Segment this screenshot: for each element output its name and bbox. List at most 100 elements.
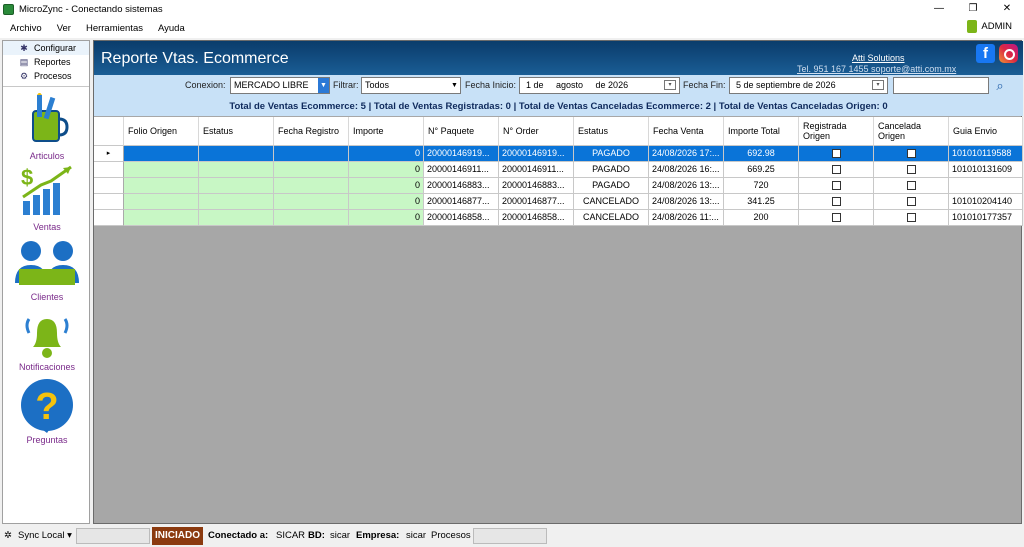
fecha-venta-cell[interactable]: 24/08/2026 16:... <box>649 162 724 178</box>
table-row[interactable]: ▸ 0 20000146919... 20000146919... PAGADO 24/0… <box>94 146 1023 162</box>
search-input[interactable] <box>893 77 989 94</box>
user-indicator[interactable]: ADMIN <box>967 20 1012 33</box>
nav-preguntas[interactable]: ? Preguntas <box>3 377 91 451</box>
order-cell[interactable]: 20000146911... <box>499 162 574 178</box>
instagram-icon[interactable] <box>999 44 1018 63</box>
importe-cell[interactable]: 0 <box>349 162 424 178</box>
column-header[interactable]: Fecha Registro <box>274 117 349 146</box>
checkbox[interactable] <box>831 181 841 190</box>
row-selector[interactable]: ▸ <box>94 146 124 162</box>
paquete-cell[interactable]: 20000146883... <box>424 178 499 194</box>
sidebar-item-procesos[interactable]: ⚙ Procesos <box>3 69 89 83</box>
checkbox[interactable] <box>831 165 841 174</box>
menu-archivo[interactable]: Archivo <box>10 23 42 34</box>
row-selector[interactable] <box>94 194 124 210</box>
sidebar-item-reportes[interactable]: ▤ Reportes <box>3 55 89 69</box>
guia-cell[interactable]: 101010131609 <box>949 162 1023 178</box>
order-cell[interactable]: 20000146883... <box>499 178 574 194</box>
column-header[interactable]: N° Paquete <box>424 117 499 146</box>
checkbox[interactable] <box>906 181 916 190</box>
checkbox[interactable] <box>906 213 916 222</box>
importe-cell[interactable]: 0 <box>349 210 424 226</box>
guia-cell[interactable] <box>949 178 1023 194</box>
order-cell[interactable]: 20000146858... <box>499 210 574 226</box>
table-row[interactable]: 0 20000146858... 20000146858... CANCELADO 24… <box>94 210 1023 226</box>
row-selector[interactable] <box>94 162 124 178</box>
menu-herramientas[interactable]: Herramientas <box>86 23 143 34</box>
close-button[interactable]: ✕ <box>990 0 1024 18</box>
filtrar-select[interactable]: Todos ▼ <box>361 77 461 94</box>
sidebar-item-configurar[interactable]: ✱ Configurar <box>3 41 89 55</box>
guia-cell[interactable]: 101010204140 <box>949 194 1023 210</box>
column-header[interactable]: Guia Envio <box>949 117 1023 146</box>
column-header[interactable]: Fecha Venta <box>649 117 724 146</box>
checkbox[interactable] <box>831 197 841 206</box>
fecha-registro-cell[interactable] <box>274 162 349 178</box>
folio-cell[interactable] <box>124 194 199 210</box>
column-header[interactable]: Cancelada Origen <box>874 117 949 146</box>
menu-ver[interactable]: Ver <box>57 23 71 34</box>
nav-ventas[interactable]: $ Ventas <box>3 163 91 233</box>
fecha-registro-cell[interactable] <box>274 146 349 162</box>
guia-cell[interactable]: 101010177357 <box>949 210 1023 226</box>
importe-total-cell[interactable]: 200 <box>724 210 799 226</box>
contact-link[interactable]: Tel. 951 167 1455 soporte@atti.com.mx <box>797 64 956 74</box>
fecha-venta-cell[interactable]: 24/08/2026 13:... <box>649 178 724 194</box>
estatus-cell[interactable] <box>199 146 274 162</box>
importe-total-cell[interactable]: 669.25 <box>724 162 799 178</box>
estatus-venta-cell[interactable]: PAGADO <box>574 178 649 194</box>
paquete-cell[interactable]: 20000146919... <box>424 146 499 162</box>
minimize-button[interactable]: — <box>922 0 956 18</box>
nav-articulos[interactable]: Articulos <box>3 93 91 163</box>
order-cell[interactable]: 20000146877... <box>499 194 574 210</box>
fecha-venta-cell[interactable]: 24/08/2026 17:... <box>649 146 724 162</box>
fecha-venta-cell[interactable]: 24/08/2026 13:... <box>649 194 724 210</box>
folio-cell[interactable] <box>124 146 199 162</box>
registrada-cell[interactable] <box>799 162 874 178</box>
importe-cell[interactable]: 0 <box>349 146 424 162</box>
checkbox[interactable] <box>831 149 841 158</box>
fecha-fin-picker[interactable]: 5 de septiembre de 2026 ▾ <box>729 77 888 94</box>
checkbox[interactable] <box>906 165 916 174</box>
checkbox[interactable] <box>906 197 916 206</box>
menu-ayuda[interactable]: Ayuda <box>158 23 185 34</box>
importe-cell[interactable]: 0 <box>349 194 424 210</box>
column-header[interactable]: Estatus <box>574 117 649 146</box>
column-header[interactable]: Registrada Origen <box>799 117 874 146</box>
cancelada-cell[interactable] <box>874 146 949 162</box>
order-cell[interactable]: 20000146919... <box>499 146 574 162</box>
estatus-venta-cell[interactable]: CANCELADO <box>574 210 649 226</box>
row-selector[interactable] <box>94 210 124 226</box>
column-header[interactable]: N° Order <box>499 117 574 146</box>
table-row[interactable]: 0 20000146911... 20000146911... PAGADO 24/08… <box>94 162 1023 178</box>
estatus-cell[interactable] <box>199 210 274 226</box>
estatus-cell[interactable] <box>199 162 274 178</box>
estatus-venta-cell[interactable]: CANCELADO <box>574 194 649 210</box>
cancelada-cell[interactable] <box>874 210 949 226</box>
registrada-cell[interactable] <box>799 146 874 162</box>
fecha-registro-cell[interactable] <box>274 210 349 226</box>
table-row[interactable]: 0 20000146877... 20000146877... CANCELADO 24… <box>94 194 1023 210</box>
registrada-cell[interactable] <box>799 210 874 226</box>
column-header[interactable]: Importe <box>349 117 424 146</box>
paquete-cell[interactable]: 20000146877... <box>424 194 499 210</box>
cancelada-cell[interactable] <box>874 162 949 178</box>
column-header[interactable]: Folio Origen <box>124 117 199 146</box>
nav-clientes[interactable]: Clientes <box>3 237 91 305</box>
estatus-venta-cell[interactable]: PAGADO <box>574 146 649 162</box>
importe-total-cell[interactable]: 720 <box>724 178 799 194</box>
column-header[interactable]: Importe Total <box>724 117 799 146</box>
importe-total-cell[interactable]: 341.25 <box>724 194 799 210</box>
cancelada-cell[interactable] <box>874 178 949 194</box>
fecha-venta-cell[interactable]: 24/08/2026 11:... <box>649 210 724 226</box>
facebook-icon[interactable]: f <box>976 44 995 63</box>
importe-cell[interactable]: 0 <box>349 178 424 194</box>
registrada-cell[interactable] <box>799 194 874 210</box>
company-link[interactable]: Atti Solutions <box>852 53 905 63</box>
nav-notificaciones[interactable]: Notificaciones <box>3 307 91 377</box>
paquete-cell[interactable]: 20000146911... <box>424 162 499 178</box>
guia-cell[interactable]: 101010119588 <box>949 146 1023 162</box>
fecha-inicio-picker[interactable]: 1 de agosto de 2026 ▾ <box>519 77 680 94</box>
checkbox[interactable] <box>831 213 841 222</box>
estatus-venta-cell[interactable]: PAGADO <box>574 162 649 178</box>
